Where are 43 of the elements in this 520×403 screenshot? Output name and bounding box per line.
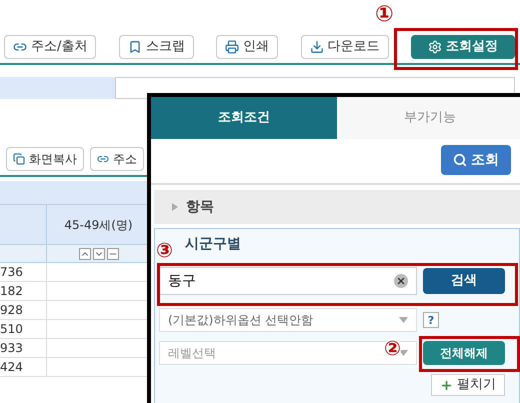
toolbar-button[interactable]: 인쇄 <box>216 35 278 59</box>
toolbar-button[interactable]: 주소/출처 <box>4 35 96 59</box>
toolbar-button[interactable]: 스크랩 <box>118 35 194 59</box>
clear-icon[interactable] <box>394 274 408 288</box>
download-icon <box>310 40 324 54</box>
table-cell: 933 <box>0 339 47 357</box>
search-field[interactable]: 동구 <box>159 267 417 295</box>
toolbar-button[interactable]: 주소 <box>90 147 144 171</box>
table-cell: 182 <box>0 282 47 300</box>
query-button[interactable]: 조회 <box>441 145 511 175</box>
table-cell: 736 <box>0 263 47 281</box>
table-cell: 424 <box>0 358 47 376</box>
search-icon <box>453 153 467 167</box>
settings-icon <box>428 40 442 54</box>
item-section-header[interactable]: 항목 <box>154 190 520 224</box>
help-button[interactable]: ? <box>423 312 439 328</box>
toolbar-button[interactable]: 화면복사 <box>6 147 84 171</box>
caret-icon <box>399 350 408 356</box>
option-select[interactable]: (기본값)하위옵션 선택안함 <box>159 308 417 332</box>
plus-icon <box>440 378 453 392</box>
search-input[interactable]: 동구 <box>168 270 394 292</box>
bookmark-icon <box>128 40 142 54</box>
caret-icon <box>399 317 408 323</box>
step-marker: ③ <box>156 240 173 260</box>
expand-icon <box>172 203 178 211</box>
sort-down-icon[interactable] <box>92 248 104 260</box>
print-icon <box>225 40 240 54</box>
panel-tab[interactable]: 조회조건 <box>151 97 337 139</box>
link-icon <box>97 153 109 165</box>
table-cell: 928 <box>0 301 47 319</box>
search-button[interactable]: 검색 <box>423 268 505 294</box>
clear-all-button[interactable]: 전체해제 <box>423 341 505 365</box>
step-marker: ① <box>375 4 394 26</box>
toolbar-button[interactable]: 조회설정 <box>410 35 515 59</box>
section-label: 항목 <box>186 198 214 216</box>
table-cell: 510 <box>0 320 47 338</box>
collapse-icon[interactable] <box>106 248 118 260</box>
copy-icon <box>13 153 25 165</box>
expand-button[interactable]: 펼치기 <box>431 374 505 396</box>
sort-up-icon[interactable] <box>78 248 90 260</box>
column-header: 45-49세(명) <box>63 216 134 234</box>
section-label: 시군구별 <box>185 234 241 254</box>
toolbar-button[interactable]: 다운로드 <box>300 35 389 59</box>
